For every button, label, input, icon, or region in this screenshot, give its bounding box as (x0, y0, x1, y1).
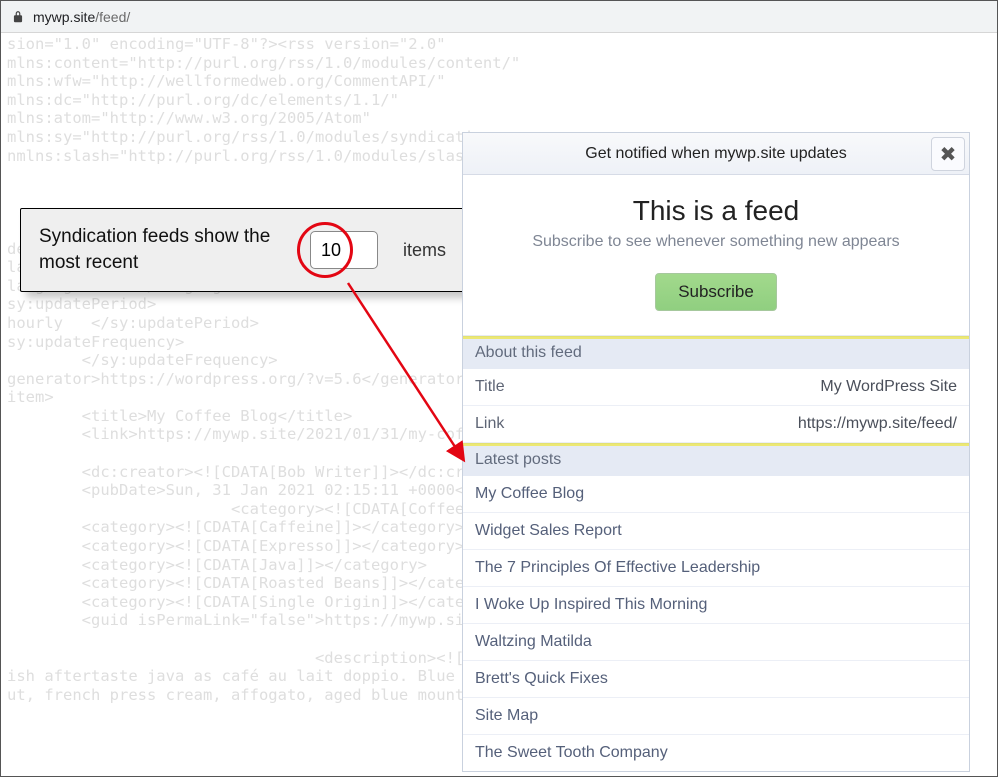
post-row[interactable]: My Coffee Blog (463, 476, 969, 513)
about-row-value: My WordPress Site (820, 378, 957, 396)
post-row[interactable]: Brett's Quick Fixes (463, 661, 969, 698)
feed-reader-panel: Get notified when mywp.site updates ✖ Th… (462, 132, 970, 772)
close-icon: ✖ (940, 142, 957, 167)
about-row: Link https://mywp.site/feed/ (463, 406, 969, 443)
about-rows: Title My WordPress Site Link https://mywp.s… (463, 369, 969, 443)
section-header-about: About this feed (463, 336, 969, 369)
url-bar: mywp.site/feed/ (1, 1, 997, 33)
section-header-posts: Latest posts (463, 443, 969, 476)
post-row[interactable]: The Sweet Tooth Company (463, 735, 969, 771)
items-field-wrapper (299, 228, 389, 272)
post-row[interactable]: Widget Sales Report (463, 513, 969, 550)
post-row[interactable]: The 7 Principles Of Effective Leadership (463, 550, 969, 587)
about-row-value: https://mywp.site/feed/ (798, 415, 957, 433)
about-row-label: Link (475, 415, 504, 433)
post-row[interactable]: Site Map (463, 698, 969, 735)
posts-list: My Coffee BlogWidget Sales ReportThe 7 P… (463, 476, 969, 771)
syndication-settings-card: Syndication feeds show the most recent i… (20, 208, 486, 292)
items-count-input[interactable] (310, 231, 378, 269)
post-row[interactable]: I Woke Up Inspired This Morning (463, 587, 969, 624)
about-row: Title My WordPress Site (463, 369, 969, 406)
panel-title: Get notified when mywp.site updates (585, 145, 846, 163)
panel-intro: This is a feed Subscribe to see whenever… (463, 175, 969, 336)
about-row-label: Title (475, 378, 505, 396)
app-frame: mywp.site/feed/ sion="1.0" encoding="UTF… (0, 0, 998, 777)
lock-icon (11, 10, 25, 24)
items-suffix: items (403, 240, 446, 261)
url-host: mywp.site (33, 9, 95, 25)
close-button[interactable]: ✖ (931, 137, 965, 171)
post-row[interactable]: Waltzing Matilda (463, 624, 969, 661)
panel-header: Get notified when mywp.site updates ✖ (463, 133, 969, 175)
url-path: /feed/ (95, 9, 130, 25)
feed-intro-title: This is a feed (479, 195, 953, 227)
subscribe-button[interactable]: Subscribe (655, 273, 777, 311)
syndication-label: Syndication feeds show the most recent (39, 224, 299, 275)
feed-intro-subtitle: Subscribe to see whenever something new … (479, 233, 953, 251)
